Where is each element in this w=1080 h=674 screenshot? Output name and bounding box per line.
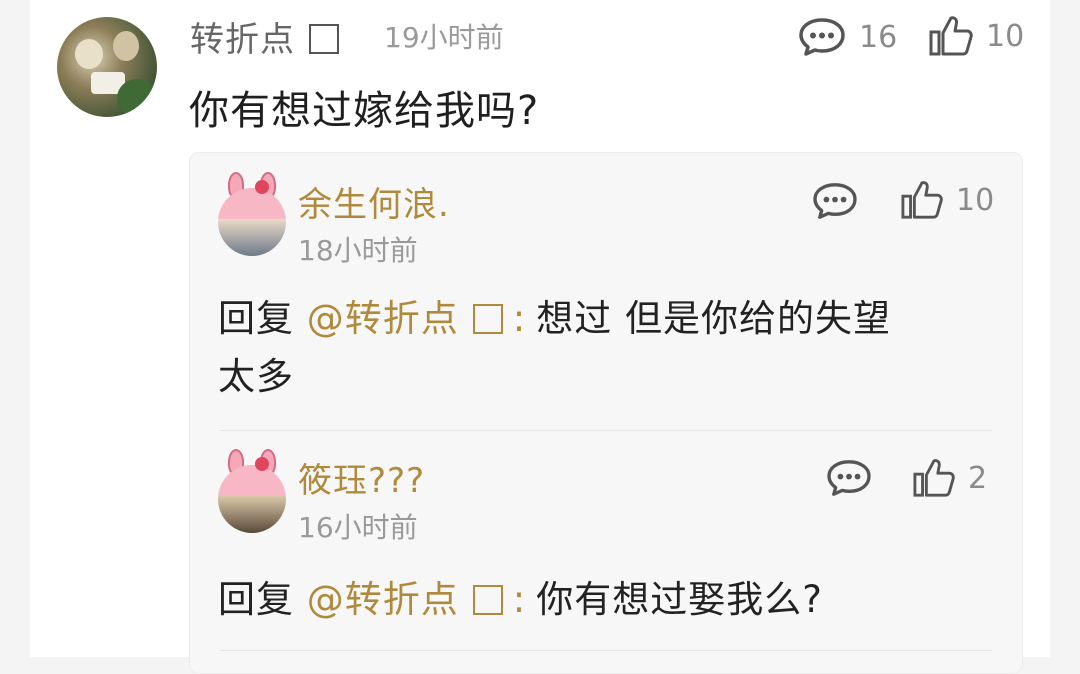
replies-panel: 余生何浪. 18小时前 10 回复 @转折点: 想过 但是你给的失望 太多 筱珏?… <box>189 152 1023 674</box>
main-avatar[interactable] <box>57 17 157 117</box>
reply-mention[interactable]: @转折点 <box>307 297 503 340</box>
comment-reply-count: 16 <box>859 19 898 55</box>
author-badge-icon <box>309 24 339 54</box>
reply-time: 18小时前 <box>298 234 418 267</box>
thumbs-up-icon[interactable] <box>900 179 944 221</box>
comment-icon[interactable] <box>811 181 859 221</box>
reply-content-line1: 你有想过娶我么? <box>536 578 823 621</box>
reply-like-count: 2 <box>968 460 988 496</box>
reply-text: 回复 @转折点: 你有想过娶我么? <box>218 571 998 629</box>
mention-badge-icon <box>472 304 503 334</box>
reply-text: 回复 @转折点: 想过 但是你给的失望 太多 <box>218 290 998 406</box>
reply-avatar[interactable] <box>218 449 286 533</box>
reply-like-stat[interactable]: 10 <box>900 179 994 221</box>
reply-divider <box>220 650 992 651</box>
thumbs-up-icon[interactable] <box>928 14 974 58</box>
reply-time: 16小时前 <box>298 511 418 544</box>
reply-like-count: 10 <box>956 182 995 218</box>
mention-badge-icon <box>472 585 503 615</box>
reply-content-line1: 想过 但是你给的失望 <box>536 297 891 340</box>
reply-like-stat[interactable]: 2 <box>912 457 987 499</box>
comment-time: 19小时前 <box>384 21 504 54</box>
reply-divider <box>220 430 992 431</box>
mention-name[interactable]: @转折点 <box>307 297 459 340</box>
flower-icon <box>255 457 269 471</box>
comment-author-name[interactable]: 转折点 <box>190 20 295 60</box>
reply-avatar[interactable] <box>218 172 286 256</box>
thumbs-up-icon[interactable] <box>912 457 956 499</box>
reply-author[interactable]: 筱珏??? <box>298 453 425 502</box>
reply-colon: : <box>512 297 527 340</box>
reply-prefix: 回复 <box>218 578 294 621</box>
comment-icon[interactable] <box>797 16 847 58</box>
comment-icon[interactable] <box>825 458 873 498</box>
reply-colon: : <box>512 578 527 621</box>
comment-like-stat[interactable]: 10 <box>928 14 1024 58</box>
reply-content-line2: 太多 <box>218 355 294 398</box>
mention-name[interactable]: @转折点 <box>307 578 459 621</box>
reply-prefix: 回复 <box>218 297 294 340</box>
comment-text: 你有想过嫁给我吗? <box>189 88 540 134</box>
flower-icon <box>255 180 269 194</box>
comment-author[interactable]: 转折点 <box>190 12 339 61</box>
comment-like-count: 10 <box>986 18 1025 54</box>
reply-author[interactable]: 余生何浪. <box>298 177 450 226</box>
reply-mention[interactable]: @转折点 <box>307 578 503 621</box>
comment-reply-stat[interactable]: 16 <box>797 16 897 58</box>
